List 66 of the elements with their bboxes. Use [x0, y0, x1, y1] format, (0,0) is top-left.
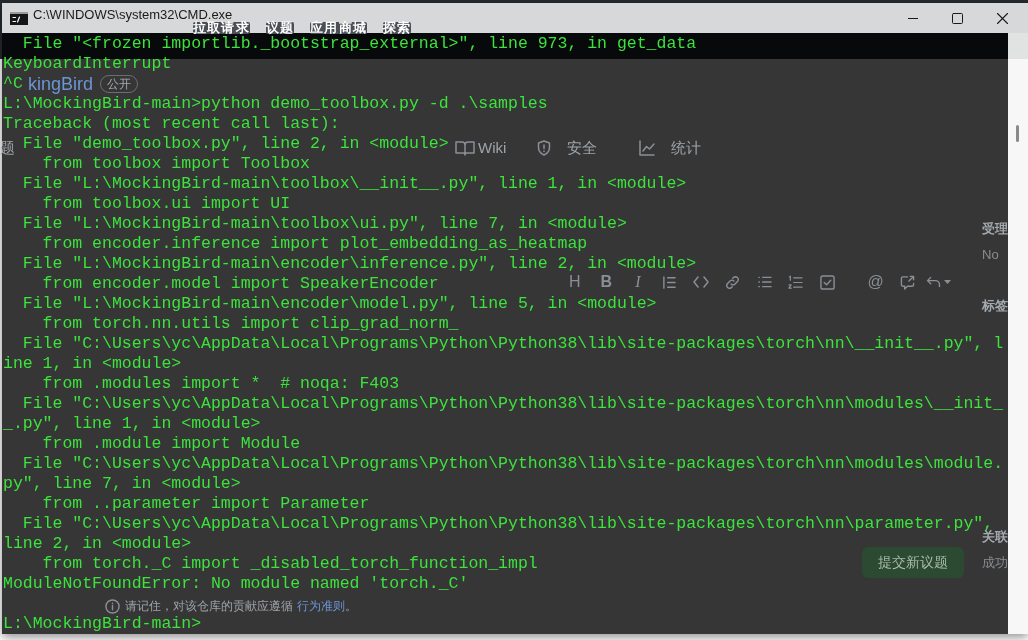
contribution-note: 请记住，对该仓库的贡献应遵循 行为准则。 [125, 598, 357, 614]
quote-icon [662, 274, 678, 290]
console-line: File "<frozen importlib._bootstrap_external>", line 973, in get_data [22, 34, 697, 54]
console-line: L:\MockingBird-main>python demo_toolbox.py -d .\samples [3, 94, 548, 114]
code-icon [693, 276, 710, 288]
link-icon [725, 274, 741, 290]
book-icon [455, 140, 475, 156]
checkbox-icon [820, 274, 836, 290]
console-line: File "L:\MockingBird-main\toolbox\ui.py", line 7, in <module> [22, 214, 627, 234]
numbered-list-icon [788, 274, 804, 290]
comment-arrow-icon [899, 274, 915, 290]
shield-icon [537, 140, 552, 156]
console-line: ModuleNotFoundError: No module named 'torch._C' [3, 574, 469, 594]
console-line: ine 1, in <module> [3, 354, 182, 374]
nav-link[interactable]: 应用商城 [310, 22, 368, 34]
console-line: from ..parameter import Parameter [42, 494, 370, 514]
toolbar-button[interactable]: @ [859, 274, 892, 290]
console-line: File "L:\MockingBird-main\encoder\model.py", line 5, in <module> [22, 294, 657, 314]
console-line: L:\MockingBird-main> [3, 614, 202, 634]
nav-link[interactable]: 拉取请求 [193, 22, 250, 34]
console-line: File "C:\Users\yc\AppData\Local\Programs\Python\Python38\lib\site-packages\torch\nn\__init__.py", l [22, 334, 1004, 354]
sidebar-label: 受理 [982, 221, 1008, 237]
console-line: KeyboardInterrupt [3, 54, 172, 74]
console-line: File "demo_toolbox.py", line 2, in <module> [22, 134, 449, 154]
line-chart-icon [639, 140, 656, 156]
console-line: Traceback (most recent call last): [3, 114, 340, 134]
undo-icon [926, 276, 942, 288]
console-line: from encoder.inference import plot_embedding_as_heatmap [42, 234, 588, 254]
console-line: from toolbox import Toolbox [42, 154, 310, 174]
sidebar-value: 成功 [982, 555, 1008, 571]
console-line: File "L:\MockingBird-main\toolbox\__init__.py", line 1, in <module> [22, 174, 687, 194]
sidebar-value: No [982, 247, 999, 263]
caret-icon [944, 280, 952, 284]
console-line: File "L:\MockingBird-main\encoder\inference.py", line 2, in <module> [22, 254, 697, 274]
console-line: from .modules import * # noqa: F403 [42, 374, 400, 394]
submit-button[interactable]: 提交新议题 [862, 547, 964, 578]
nav-link[interactable]: 议题 [265, 22, 295, 34]
repo-tab[interactable]: Wiki [455, 139, 507, 157]
repo-tab[interactable]: 安全 [537, 139, 598, 157]
console-line: File "C:\Users\yc\AppData\Local\Programs\Python\Python38\lib\site-packages\torch\nn\modules\module. [22, 454, 1004, 474]
console-line: from torch.nn.utils import clip_grad_norm_ [42, 314, 459, 334]
toolbar-button[interactable]: I [622, 274, 654, 290]
window-title: C:\WINDOWS\system32\CMD.exe [33, 8, 233, 22]
console-line: from toolbox.ui import UI [42, 194, 291, 214]
repo-name[interactable]: kingBird [28, 74, 94, 94]
maximize-icon [952, 12, 963, 24]
sidebar-label: 标签 [982, 298, 1008, 314]
console-line: py", line 7, in <module> [3, 474, 241, 494]
console-line: line 2, in <module> [3, 534, 192, 554]
console-line: from .module import Module [42, 434, 301, 454]
toolbar-button[interactable]: H [559, 274, 591, 290]
repo-tab[interactable]: 统计 [639, 139, 702, 157]
code-of-conduct-link[interactable]: 行为准则 [297, 599, 345, 613]
scrollbar-thumb[interactable] [1016, 125, 1019, 142]
console-line: ^C [3, 74, 23, 94]
console-line: from encoder.model import SpeakerEncoder [42, 274, 439, 294]
close-icon [997, 12, 1008, 24]
console-line: from torch._C import _disabled_torch_function_impl [42, 554, 538, 574]
toolbar-button[interactable]: B [590, 274, 623, 290]
nav-link[interactable]: 探索 [383, 22, 412, 34]
bullet-list-icon [756, 275, 772, 289]
console-line: File "C:\Users\yc\AppData\Local\Programs\Python\Python38\lib\site-packages\torch\nn\modules\__init_ [22, 394, 1004, 414]
minimize-icon [907, 17, 918, 19]
info-icon [105, 598, 120, 614]
terminal-icon [10, 11, 28, 25]
console-line: _.py", line 1, in <module> [3, 414, 261, 434]
